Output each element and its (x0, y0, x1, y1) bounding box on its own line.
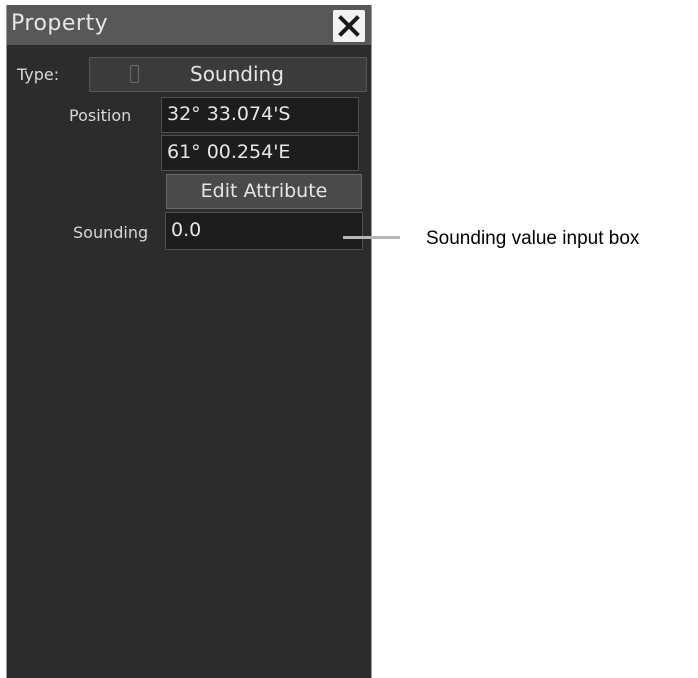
callout-text: Sounding value input box (426, 228, 640, 249)
type-label: Type: (17, 65, 60, 84)
type-value: Sounding (190, 62, 284, 86)
longitude-field[interactable]: 61° 00.254'E (161, 135, 359, 171)
type-indicator-icon (130, 65, 139, 83)
title-bar: Property (7, 5, 371, 45)
close-button[interactable] (333, 10, 365, 42)
type-select[interactable]: Sounding (89, 57, 367, 92)
edit-attribute-button[interactable]: Edit Attribute (166, 174, 362, 209)
sounding-input[interactable]: 0.0 (165, 212, 363, 250)
close-icon (338, 15, 360, 37)
latitude-field[interactable]: 32° 33.074'S (161, 97, 359, 133)
callout-leader-line (343, 236, 400, 239)
sounding-label: Sounding (73, 223, 149, 242)
position-label: Position (69, 106, 132, 125)
panel-title: Property (11, 11, 109, 36)
stage: Property Type: Sounding Position 32° 33.… (0, 0, 698, 678)
property-panel: Property Type: Sounding Position 32° 33.… (6, 5, 372, 678)
